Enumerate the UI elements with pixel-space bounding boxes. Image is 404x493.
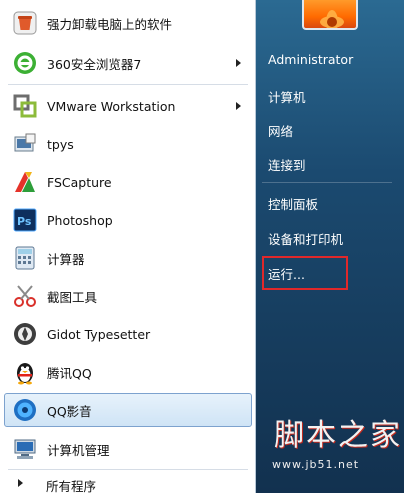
expand-arrow-icon xyxy=(18,479,23,487)
all-programs-button[interactable]: 所有程序 xyxy=(4,474,252,493)
program-label: 强力卸载电脑上的软件 xyxy=(47,16,173,32)
program-label: tpys xyxy=(47,136,74,152)
watermark-url: www.jb51.net xyxy=(272,458,360,471)
snipping-tool-icon xyxy=(10,281,40,311)
computer-management-icon xyxy=(10,434,40,464)
run-highlight-box xyxy=(262,256,348,290)
program-list-pane: 强力卸载电脑上的软件 360安全浏览器7 VMware Workstation … xyxy=(0,0,256,493)
program-label: QQ影音 xyxy=(47,403,92,419)
devices-printers-link[interactable]: 设备和打印机 xyxy=(268,229,343,248)
program-item-snipping-tool[interactable]: 截图工具 xyxy=(4,279,252,313)
submenu-arrow-icon xyxy=(236,102,241,110)
program-item-photoshop[interactable]: Ps Photoshop xyxy=(4,203,252,237)
program-label: Gidot Typesetter xyxy=(47,326,151,342)
separator xyxy=(262,182,392,183)
network-link[interactable]: 网络 xyxy=(268,121,293,140)
photoshop-icon: Ps xyxy=(10,205,40,235)
flower-icon xyxy=(320,10,344,28)
control-panel-link[interactable]: 控制面板 xyxy=(268,194,318,213)
svg-text:Ps: Ps xyxy=(17,215,32,228)
connect-to-link[interactable]: 连接到 xyxy=(268,155,306,174)
qq-player-icon xyxy=(10,395,40,425)
user-name-link[interactable]: Administrator xyxy=(268,52,353,67)
program-label: VMware Workstation xyxy=(47,98,176,114)
program-item-qq-player[interactable]: QQ影音 xyxy=(4,393,252,427)
program-item-gidot-typesetter[interactable]: Gidot Typesetter xyxy=(4,317,252,351)
uninstall-icon xyxy=(10,8,40,38)
program-item-tpys[interactable]: tpys xyxy=(4,127,252,161)
submenu-arrow-icon xyxy=(236,59,241,67)
computer-link[interactable]: 计算机 xyxy=(268,87,306,106)
all-programs-label: 所有程序 xyxy=(46,479,97,493)
fscapture-icon xyxy=(10,167,40,197)
program-label: 截图工具 xyxy=(47,289,98,305)
program-label: 计算机管理 xyxy=(47,442,110,458)
qq-penguin-icon xyxy=(10,357,40,387)
program-item-uninstaller[interactable]: 强力卸载电脑上的软件 xyxy=(4,6,252,40)
program-label: 计算器 xyxy=(47,251,85,267)
separator xyxy=(8,84,248,85)
program-item-tencent-qq[interactable]: 腾讯QQ xyxy=(4,355,252,389)
calculator-icon xyxy=(10,243,40,273)
start-menu: 强力卸载电脑上的软件 360安全浏览器7 VMware Workstation … xyxy=(0,0,404,493)
site-watermark: 脚本之家 www.jb51.net xyxy=(262,408,402,490)
program-item-vmware[interactable]: VMware Workstation xyxy=(4,89,252,123)
vmware-icon xyxy=(10,91,40,121)
watermark-title: 脚本之家 xyxy=(274,418,402,453)
program-label: 360安全浏览器7 xyxy=(47,56,142,72)
tpys-icon xyxy=(10,129,40,159)
program-item-fscapture[interactable]: FSCapture xyxy=(4,165,252,199)
user-avatar[interactable] xyxy=(302,0,358,30)
program-label: 腾讯QQ xyxy=(47,365,92,381)
program-label: Photoshop xyxy=(47,212,113,228)
gidot-typesetter-icon xyxy=(10,319,40,349)
program-item-calculator[interactable]: 计算器 xyxy=(4,241,252,275)
program-label: FSCapture xyxy=(47,174,112,190)
program-item-360-browser[interactable]: 360安全浏览器7 xyxy=(4,46,252,80)
separator xyxy=(8,469,248,470)
program-item-computer-management[interactable]: 计算机管理 xyxy=(4,432,252,466)
360-browser-icon xyxy=(10,48,40,78)
